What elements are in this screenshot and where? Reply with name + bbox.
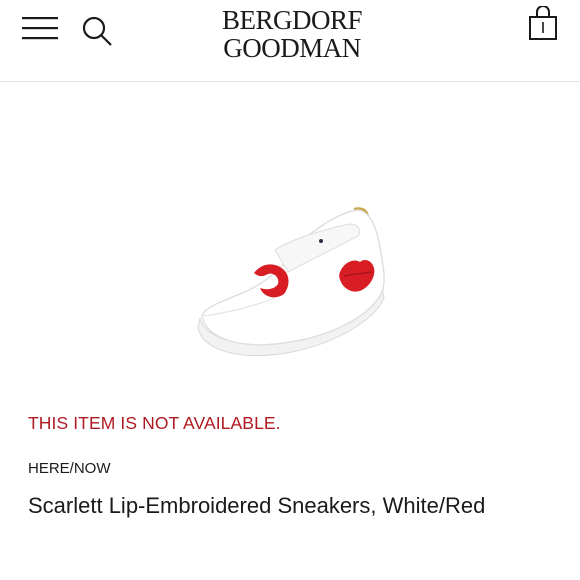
sneaker-image: [197, 207, 385, 357]
shopping-bag-button[interactable]: [526, 5, 560, 44]
search-button[interactable]: [80, 12, 116, 48]
product-title: Scarlett Lip-Embroidered Sneakers, White…: [28, 493, 486, 518]
availability-notice: THIS ITEM IS NOT AVAILABLE.: [28, 413, 281, 433]
search-icon: [82, 16, 112, 46]
product-image: [180, 190, 390, 360]
menu-button[interactable]: [22, 14, 62, 44]
shopping-bag-icon: [529, 5, 557, 40]
logo-line1: BERGDORF: [221, 5, 363, 35]
site-logo[interactable]: BERGDORF GOODMAN: [192, 6, 392, 62]
site-header: BERGDORF GOODMAN: [0, 0, 580, 82]
logo-line2: GOODMAN: [223, 33, 361, 63]
product-brand[interactable]: HERE/NOW: [28, 460, 111, 477]
hamburger-menu-icon: [22, 17, 58, 40]
product-page: BERGDORF GOODMAN THIS ITEM IS NOT AVAILA…: [0, 0, 580, 580]
